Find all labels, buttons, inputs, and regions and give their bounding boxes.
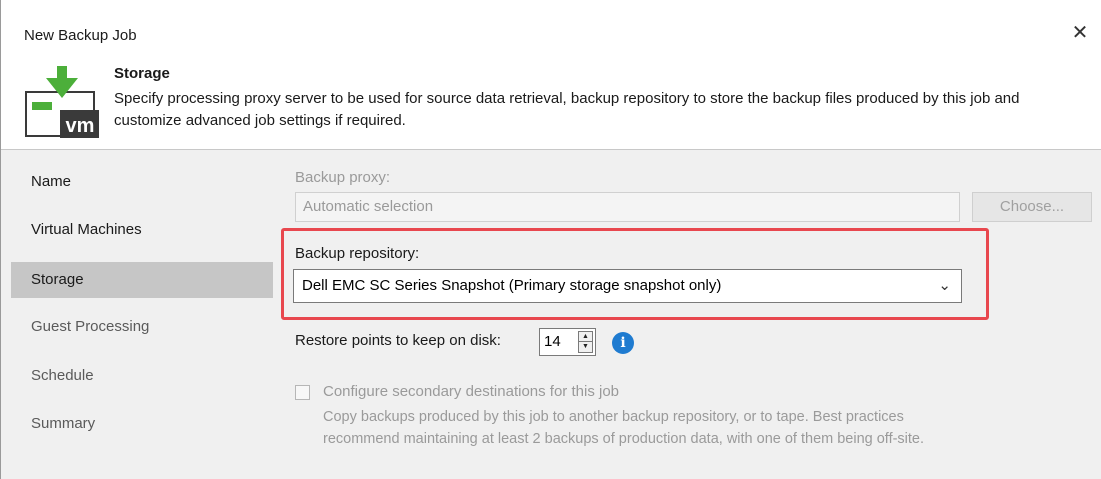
backup-proxy-field[interactable]: Automatic selection [295, 192, 960, 222]
choose-button[interactable]: Choose... [972, 192, 1092, 222]
stepper-down-icon[interactable]: ▼ [579, 342, 592, 352]
secondary-destinations-label: Configure secondary destinations for thi… [323, 383, 620, 400]
sidebar-item-storage[interactable]: Storage [11, 262, 273, 298]
vm-backup-icon: vm [24, 64, 100, 139]
sidebar-item-summary[interactable]: Summary [11, 406, 273, 442]
secondary-destinations-checkbox[interactable] [295, 385, 310, 400]
restore-points-stepper[interactable]: 14 ▲ ▼ [539, 328, 596, 356]
logo-text: vm [66, 115, 95, 137]
backup-repository-label: Backup repository: [295, 245, 420, 262]
close-icon[interactable]: ✕ [1069, 22, 1091, 44]
backup-proxy-label: Backup proxy: [295, 169, 391, 186]
stepper-up-icon[interactable]: ▲ [579, 332, 592, 342]
info-icon[interactable]: i [612, 332, 634, 354]
window-title: New Backup Job [24, 27, 137, 44]
backup-repository-select[interactable]: Dell EMC SC Series Snapshot (Primary sto… [293, 269, 962, 303]
restore-points-value: 14 [544, 333, 561, 350]
new-backup-job-window: New Backup Job ✕ vm Storage Specify proc… [0, 0, 1101, 479]
secondary-destinations-description-line1: Copy backups produced by this job to ano… [323, 409, 904, 425]
stepper-arrows[interactable]: ▲ ▼ [578, 331, 593, 353]
sidebar-item-guest-processing[interactable]: Guest Processing [11, 309, 273, 345]
secondary-destinations-description-line2: recommend maintaining at least 2 backups… [323, 431, 925, 447]
sidebar-item-name[interactable]: Name [11, 164, 273, 200]
restore-points-label: Restore points to keep on disk: [295, 332, 501, 349]
wizard-header: vm Storage Specify processing proxy serv… [1, 60, 1101, 150]
sidebar-item-virtual-machines[interactable]: Virtual Machines [11, 212, 273, 248]
storage-settings: Backup proxy: Automatic selection Choose… [274, 151, 1101, 479]
page-description: Specify processing proxy server to be us… [114, 90, 1020, 129]
backup-repository-value: Dell EMC SC Series Snapshot (Primary sto… [302, 277, 722, 294]
page-title: Storage [114, 65, 170, 82]
chevron-down-icon: ⌄ [938, 277, 951, 294]
wizard-steps: Name Virtual Machines Storage Guest Proc… [1, 151, 274, 479]
sidebar-item-schedule[interactable]: Schedule [11, 358, 273, 394]
title-bar: New Backup Job ✕ [1, 0, 1101, 60]
